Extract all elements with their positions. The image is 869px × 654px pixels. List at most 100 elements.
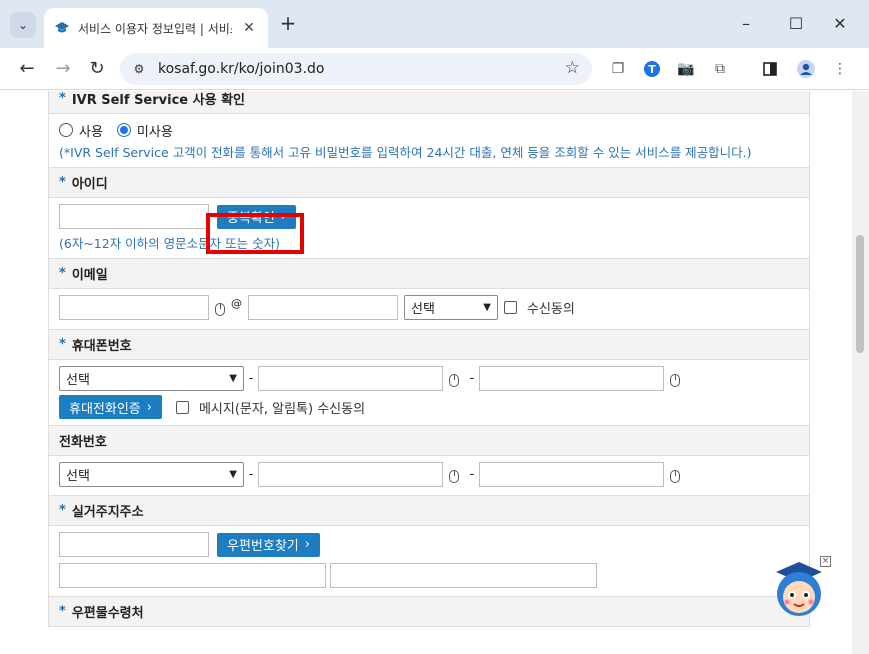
chevron-down-icon: ▼ [229, 469, 237, 480]
radio-ivr-nouse-label: 미사용 [136, 124, 173, 140]
address-line1-input[interactable] [59, 563, 326, 588]
chatbot-mascot-icon[interactable] [770, 560, 828, 620]
phone-prefix-select-value: 선택 [66, 469, 90, 484]
browser-tab-active[interactable]: 서비스 이용자 정보입력 | 서비스 이용 ✕ [44, 8, 268, 48]
email-consent-checkbox[interactable] [504, 301, 517, 314]
section-mobile-header: * 휴대폰번호 [49, 329, 809, 360]
email-domain-select-value: 선택 [411, 302, 435, 317]
browser-tab-strip: ⌄ 서비스 이용자 정보입력 | 서비스 이용 ✕ + – ☐ ✕ [0, 0, 869, 48]
chatbot-close-icon[interactable]: × [820, 556, 831, 567]
email-consent-label: 수신동의 [527, 302, 575, 317]
side-panel-icon[interactable] [758, 57, 782, 81]
translate-extension-icon[interactable]: T [640, 57, 664, 81]
phone-middle-input[interactable] [258, 462, 443, 487]
required-mark: * [59, 91, 66, 106]
mouse-icon [215, 303, 225, 316]
section-id-title: 아이디 [71, 177, 108, 192]
section-phone-body: 선택 ▼ - - [49, 456, 809, 495]
mobile-middle-input[interactable] [258, 366, 443, 391]
svg-text:T: T [648, 63, 656, 76]
tab-search-button[interactable]: ⌄ [10, 12, 36, 38]
section-address-header: * 실거주지주소 [49, 495, 809, 526]
section-ivr-title: IVR Self Service 사용 확인 [71, 93, 245, 108]
bookmark-star-icon[interactable]: ☆ [565, 58, 580, 78]
forward-arrow-icon[interactable]: → [50, 56, 76, 82]
email-domain-input[interactable] [248, 295, 398, 320]
mouse-icon [449, 470, 459, 483]
page-viewport: * IVR Self Service 사용 확인 사용 미사용 (*IVR Se… [0, 91, 852, 654]
section-email-header: * 이메일 [49, 258, 809, 289]
required-mark: * [59, 175, 66, 190]
mobile-dash: - [248, 371, 254, 386]
email-local-input[interactable] [59, 295, 209, 320]
zipcode-search-button[interactable]: 우편번호찾기 › [217, 532, 320, 557]
chevron-down-icon: ▼ [483, 302, 491, 313]
id-input[interactable] [59, 204, 209, 229]
section-mail-recipient-header: * 우편물수령처 [49, 596, 809, 627]
mobile-last-input[interactable] [479, 366, 664, 391]
graduation-cap-icon [54, 20, 70, 36]
section-id-header: * 아이디 [49, 167, 809, 198]
radio-ivr-nouse[interactable] [116, 123, 131, 137]
annotation-highlight-box [206, 213, 304, 254]
mouse-icon [449, 374, 459, 387]
mobile-verify-label: 휴대전화인증 [69, 401, 141, 417]
chevron-right-icon: › [304, 537, 310, 552]
email-at-sign: @ [231, 297, 242, 310]
mobile-prefix-select-value: 선택 [66, 373, 90, 388]
more-menu-icon[interactable]: ⋮ [828, 57, 852, 81]
section-mobile-title: 휴대폰번호 [71, 339, 132, 354]
mobile-prefix-select[interactable]: 선택 ▼ [59, 366, 244, 391]
address-line2-input[interactable] [330, 563, 597, 588]
reload-icon[interactable]: ↻ [84, 56, 110, 82]
section-address-title: 실거주지주소 [71, 505, 144, 520]
section-mail-recipient-title: 우편물수령처 [71, 606, 144, 621]
extensions-puzzle-icon[interactable]: ⧉ [708, 57, 732, 81]
new-tab-button[interactable]: + [276, 12, 300, 36]
section-id-body: 중복확인 › (6자~12자 이하의 영문소문자 또는 숫자) [49, 198, 809, 258]
address-bar[interactable]: ⚙ kosaf.go.kr/ko/join03.do ☆ [120, 53, 592, 85]
phone-prefix-select[interactable]: 선택 ▼ [59, 462, 244, 487]
mobile-consent-checkbox[interactable] [175, 400, 189, 414]
required-mark: * [59, 503, 66, 518]
maximize-button[interactable]: ☐ [776, 10, 816, 38]
required-mark: * [59, 266, 66, 281]
section-ivr-header: * IVR Self Service 사용 확인 [49, 91, 809, 114]
minimize-button[interactable]: – [726, 10, 766, 38]
id-hint-text: (6자~12자 이하의 영문소문자 또는 숫자) [59, 236, 280, 251]
section-phone-header: 전화번호 [49, 425, 809, 456]
mobile-consent-label: 메시지(문자, 알림톡) 수신동의 [198, 401, 366, 417]
tab-title: 서비스 이용자 정보입력 | 서비스 이용 [78, 21, 232, 36]
join-form: * IVR Self Service 사용 확인 사용 미사용 (*IVR Se… [48, 91, 810, 627]
zipcode-search-label: 우편번호찾기 [227, 539, 299, 554]
phone-dash: - [469, 467, 475, 482]
section-email-body: @ 선택 ▼ 수신동의 [49, 289, 809, 329]
back-arrow-icon[interactable]: ← [14, 56, 40, 82]
camera-icon[interactable]: 📷 [674, 57, 698, 81]
section-email-title: 이메일 [71, 268, 108, 283]
mouse-icon [670, 374, 680, 387]
page-scrollbar[interactable] [852, 91, 869, 654]
radio-ivr-use[interactable] [59, 123, 73, 137]
email-domain-select[interactable]: 선택 ▼ [404, 295, 498, 320]
browser-toolbar: ← → ↻ ⚙ kosaf.go.kr/ko/join03.do ☆ ❐ T 📷… [0, 48, 869, 90]
mouse-icon [670, 470, 680, 483]
required-mark: * [59, 337, 66, 352]
phone-last-input[interactable] [479, 462, 664, 487]
copy-icon[interactable]: ❐ [606, 57, 630, 81]
profile-avatar-icon[interactable] [794, 57, 818, 81]
close-window-button[interactable]: ✕ [820, 10, 860, 38]
phone-dash: - [248, 467, 254, 482]
chevron-right-icon: › [146, 399, 152, 415]
section-phone-title: 전화번호 [59, 435, 107, 450]
section-ivr-body: 사용 미사용 (*IVR Self Service 고객이 전화를 통해서 고유… [49, 114, 809, 167]
zipcode-input[interactable] [59, 532, 209, 557]
tab-close-icon[interactable]: ✕ [240, 20, 258, 36]
mobile-dash: - [469, 371, 475, 386]
radio-ivr-use-label: 사용 [79, 124, 103, 140]
scrollbar-thumb[interactable] [856, 235, 864, 353]
site-settings-icon[interactable]: ⚙ [130, 62, 148, 76]
chevron-down-icon: ▼ [229, 373, 237, 384]
section-mobile-body: 선택 ▼ - - 휴대전화인증 › 메시지(문자, 알림톡) 수신동의 [49, 360, 809, 425]
mobile-verify-button[interactable]: 휴대전화인증 › [59, 395, 162, 419]
